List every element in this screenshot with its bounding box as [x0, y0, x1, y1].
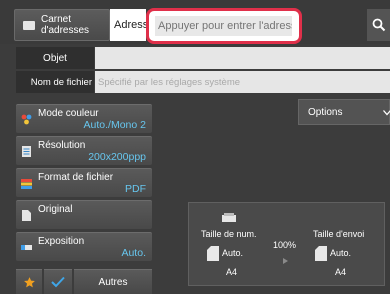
address-book-label-line1: Carnet: [41, 14, 72, 25]
chevron-down-icon: [383, 110, 390, 116]
exposure-button[interactable]: Exposition Auto.: [16, 232, 152, 261]
color-mode-title: Mode couleur: [38, 108, 99, 119]
arrow-right-icon: [283, 258, 288, 264]
search-icon: [372, 18, 385, 32]
address-bar: Carnet d'adresses Adresse: [0, 0, 390, 44]
scan-size-mode: Auto.: [222, 248, 244, 258]
send-size-label: Taille d'envoi: [313, 229, 365, 239]
exposure-icon: [21, 245, 32, 250]
zoom-ratio: 100%: [273, 240, 297, 250]
send-paper-icon: [315, 246, 327, 261]
options-label: Options: [308, 106, 343, 118]
favorite-button[interactable]: [16, 269, 42, 294]
scan-paper-icon: [207, 246, 219, 261]
resolution-title: Résolution: [38, 140, 86, 151]
original-icon: [22, 210, 31, 221]
address-book-button[interactable]: Carnet d'adresses: [14, 9, 110, 41]
send-size-mode: Auto.: [330, 248, 352, 258]
file-format-title: Format de fichier: [38, 172, 114, 183]
scan-size-label: Taille de num.: [201, 229, 257, 239]
original-title: Original: [38, 204, 73, 215]
star-icon: [23, 276, 35, 287]
other-button[interactable]: Autres: [74, 269, 152, 294]
resolution-value: 200x200ppp: [88, 151, 146, 163]
filename-label: Nom de fichier: [16, 71, 94, 93]
exposure-value: Auto.: [121, 247, 146, 259]
color-mode-button[interactable]: Mode couleur Auto./Mono 2: [16, 104, 152, 133]
send-size-paper: A4: [335, 267, 347, 277]
resolution-button[interactable]: Résolution 200x200ppp: [16, 136, 152, 165]
filename-row: Nom de fichier Spécifié par les réglages…: [16, 71, 390, 93]
color-mode-icon: [21, 114, 32, 125]
resolution-icon: [22, 146, 31, 157]
address-tab[interactable]: Adresse: [110, 9, 146, 41]
size-preview-panel: Taille de num. Auto. A4 100% Taille d'en…: [188, 202, 385, 286]
file-format-icon: [21, 179, 32, 189]
color-mode-value: Auto./Mono 2: [83, 119, 146, 131]
scanner-icon: [222, 213, 236, 222]
options-tab[interactable]: Options: [298, 99, 390, 125]
check-icon: [51, 276, 65, 288]
subject-field[interactable]: [95, 47, 390, 69]
scan-size-paper: A4: [226, 267, 238, 277]
address-book-label-line2: d'adresses: [41, 25, 90, 36]
checkmark-button[interactable]: [44, 269, 72, 294]
file-format-button[interactable]: Format de fichier PDF: [16, 168, 152, 197]
search-button[interactable]: [367, 9, 390, 41]
address-book-icon: [23, 20, 35, 30]
subject-label: Objet: [16, 47, 94, 69]
file-format-value: PDF: [125, 183, 146, 195]
subject-row: Objet: [16, 47, 390, 69]
exposure-title: Exposition: [38, 236, 85, 247]
filename-field[interactable]: Spécifié par les réglages système: [95, 71, 390, 93]
original-button[interactable]: Original: [16, 200, 152, 229]
address-input-highlight: [146, 8, 302, 44]
address-input[interactable]: [155, 16, 292, 36]
